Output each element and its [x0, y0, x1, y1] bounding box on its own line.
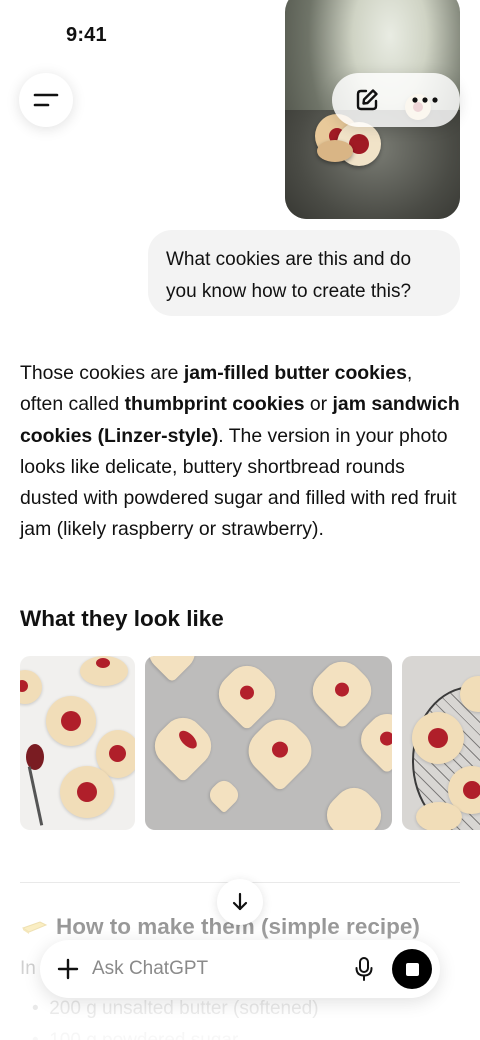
answer-text: or	[304, 393, 333, 416]
cookie-shape	[20, 670, 42, 704]
cookie-shape	[60, 766, 114, 818]
answer-bold-term: thumbprint cookies	[124, 393, 305, 416]
cookie-shape	[318, 779, 390, 830]
top-actions	[332, 73, 460, 127]
cookie-shape	[146, 709, 220, 783]
section-heading: What they look like	[20, 606, 224, 631]
carousel-image[interactable]	[145, 656, 392, 830]
user-message-bubble: What cookies are this and do you know ho…	[148, 230, 460, 316]
cookie-shape	[145, 656, 202, 683]
mic-button[interactable]	[344, 949, 384, 989]
plus-icon[interactable]	[56, 957, 80, 981]
composer-bar: Ask ChatGPT	[40, 940, 440, 998]
edit-button[interactable]	[347, 80, 387, 120]
more-icon	[412, 97, 438, 103]
status-time: 9:41	[66, 24, 107, 46]
menu-button[interactable]	[19, 73, 73, 127]
message-input[interactable]: Ask ChatGPT	[92, 958, 344, 980]
assistant-answer: Those cookies are jam-filled butter cook…	[20, 358, 460, 546]
ingredient-item: • 100 g powdered sugar	[32, 1030, 238, 1040]
cookie-shape	[353, 706, 392, 774]
stop-button[interactable]	[392, 949, 432, 989]
cookie-shape	[412, 712, 464, 764]
cookie-shape	[416, 802, 462, 830]
more-button[interactable]	[405, 80, 445, 120]
stop-icon	[405, 962, 419, 976]
cookie-shape	[46, 696, 96, 746]
arrow-down-icon	[232, 892, 248, 911]
cookie-shape	[205, 776, 243, 814]
spoon-handle-shape	[27, 766, 44, 826]
mic-icon	[355, 957, 373, 981]
cookie-shape	[303, 656, 381, 730]
cookie-shape	[80, 656, 128, 686]
carousel-image[interactable]	[20, 656, 135, 830]
answer-text: Those cookies are	[20, 362, 184, 384]
recipe-heading: How to make them (simple recipe)	[20, 914, 420, 940]
answer-bold-term: jam-filled butter cookies	[183, 362, 407, 384]
cookie-shape	[317, 140, 353, 162]
ingredients-label: In	[20, 958, 36, 979]
edit-icon	[356, 89, 378, 111]
image-carousel[interactable]	[20, 656, 480, 830]
scroll-to-bottom-button[interactable]	[217, 879, 263, 925]
ingredient-item: • 200 g unsalted butter (softened)	[32, 998, 319, 1019]
carousel-image[interactable]	[402, 656, 480, 830]
butter-icon	[21, 921, 48, 934]
menu-icon	[33, 93, 59, 107]
